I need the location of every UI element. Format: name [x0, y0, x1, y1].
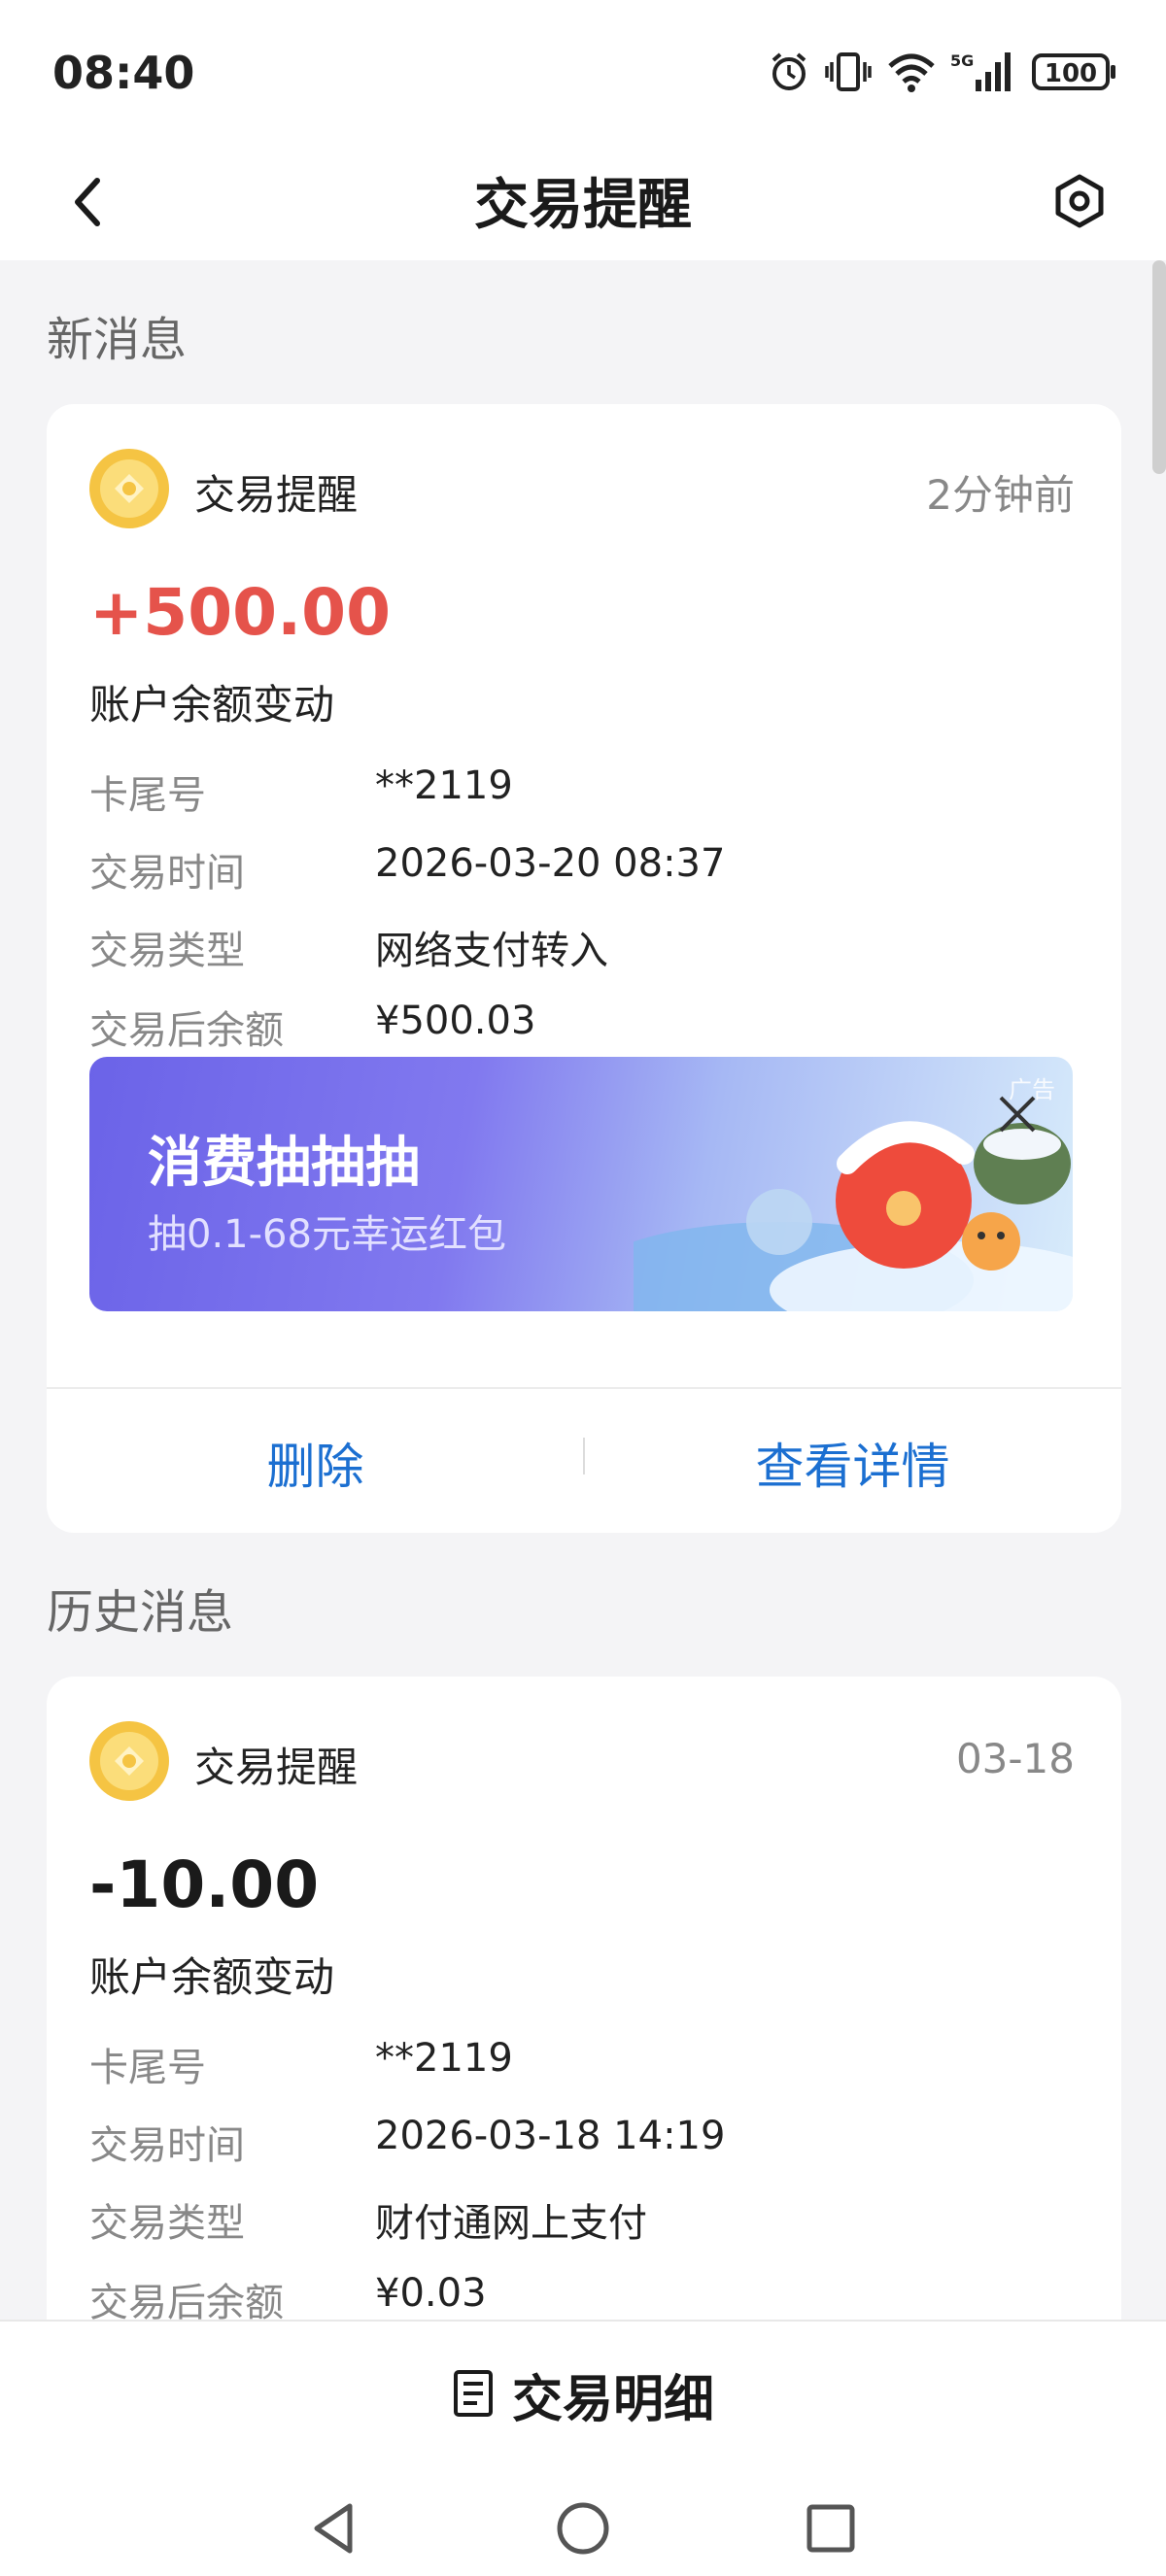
row-value: 网络支付转入: [375, 929, 608, 973]
row-key: 卡尾号: [89, 2046, 206, 2090]
signal-icon: 5G: [950, 51, 1018, 97]
alarm-icon: [768, 51, 810, 97]
ad-subtitle: 抽0.1-68元幸运红包: [148, 1212, 506, 1257]
section-title-new: 新消息: [47, 313, 188, 367]
row-value: ¥0.03: [375, 2271, 487, 2316]
row-key: 交易类型: [89, 2201, 245, 2246]
vibrate-icon: [824, 51, 873, 97]
transaction-details-label: 交易明细: [511, 2371, 714, 2429]
nav-back-icon[interactable]: [301, 2494, 369, 2562]
message-card: 交易提醒 2分钟前 +500.00 账户余额变动 卡尾号 **2119 交易时间…: [47, 404, 1121, 1533]
card-time: 03-18: [955, 1735, 1075, 1782]
ad-title: 消费抽抽抽: [148, 1132, 420, 1195]
status-time: 08:40: [52, 47, 195, 99]
row-key: 交易时间: [89, 2123, 245, 2168]
app-bar: 交易提醒: [0, 146, 1166, 260]
transaction-details-link[interactable]: 交易明细: [0, 2358, 1166, 2431]
close-icon[interactable]: [993, 1090, 1042, 1138]
card-actions: 删除 查看详情: [47, 1389, 1121, 1533]
card-header: 交易提醒 03-18: [89, 1721, 1075, 1801]
page-title: 交易提醒: [474, 174, 692, 237]
settings-icon[interactable]: [1046, 167, 1114, 235]
row-value: 2026-03-20 08:37: [375, 841, 726, 886]
status-icons: 5G 100: [768, 51, 1117, 97]
scrollbar[interactable]: [1152, 260, 1166, 474]
card-header: 交易提醒 2分钟前: [89, 449, 1075, 528]
card-time: 2分钟前: [926, 471, 1075, 519]
row-key: 交易后余额: [89, 1008, 284, 1053]
coin-icon: [89, 449, 169, 528]
nav-home-icon[interactable]: [549, 2494, 617, 2562]
nav-recents-icon[interactable]: [797, 2494, 865, 2562]
bottom-bar: 交易明细: [0, 2320, 1166, 2576]
section-title-history: 历史消息: [47, 1585, 234, 1640]
delete-button[interactable]: 删除: [47, 1428, 584, 1498]
battery-level: 100: [1045, 59, 1097, 88]
svg-text:5G: 5G: [950, 51, 974, 70]
wifi-icon: [886, 51, 937, 97]
ad-banner[interactable]: 消费抽抽抽 抽0.1-68元幸运红包 广告: [89, 1057, 1073, 1311]
row-key: 交易类型: [89, 929, 245, 973]
card-label: 交易提醒: [194, 1744, 359, 1791]
view-details-button[interactable]: 查看详情: [584, 1428, 1121, 1498]
row-value: 财付通网上支付: [375, 2201, 647, 2246]
bottom-divider: [0, 2320, 1166, 2322]
message-card: 交易提醒 03-18 -10.00 账户余额变动 卡尾号 **2119 交易时间…: [47, 1677, 1121, 2356]
row-value: **2119: [375, 763, 513, 808]
row-value: ¥500.03: [375, 999, 536, 1043]
transaction-amount: +500.00: [89, 575, 391, 650]
list-icon: [452, 2369, 495, 2422]
status-bar: 08:40 5G 100: [0, 0, 1166, 146]
card-subtitle: 账户余额变动: [89, 681, 335, 729]
card-label: 交易提醒: [194, 471, 359, 519]
row-key: 卡尾号: [89, 773, 206, 818]
card-subtitle: 账户余额变动: [89, 1953, 335, 2001]
transaction-amount: -10.00: [89, 1847, 320, 1922]
row-value: 2026-03-18 14:19: [375, 2114, 726, 2158]
row-value: **2119: [375, 2036, 513, 2081]
coin-icon: [89, 1721, 169, 1801]
row-key: 交易时间: [89, 851, 245, 896]
battery-icon: 100: [1032, 51, 1117, 97]
